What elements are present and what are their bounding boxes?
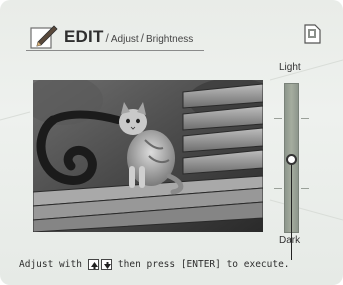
breadcrumb-brightness: Brightness (146, 34, 194, 45)
up-arrow-key-icon (87, 258, 99, 270)
breadcrumb-separator: / (105, 31, 109, 45)
instruction-prefix: Adjust with (19, 258, 82, 270)
title-edit: EDIT (64, 27, 104, 46)
slider-tick (301, 118, 309, 119)
breadcrumb-separator-2: / (140, 31, 145, 45)
pencil-edit-icon (30, 25, 58, 49)
screen-title: EDIT / Adjust / Brightness (64, 27, 193, 49)
slider-light-label: Light (279, 62, 301, 73)
photo-preview (33, 80, 263, 232)
brightness-slider-knob[interactable] (286, 154, 297, 165)
edit-screen: EDIT / Adjust / Brightness Light Dark Ad… (0, 0, 343, 285)
instruction-text: Adjust with then press [ENTER] to execut… (19, 257, 290, 271)
slider-tick (301, 188, 309, 189)
down-arrow-key-icon (100, 258, 112, 270)
slider-tick (274, 188, 282, 189)
instruction-suffix: then press [ENTER] to execute. (117, 258, 290, 270)
breadcrumb-adjust: Adjust (110, 34, 139, 45)
slider-dark-label: Dark (279, 235, 301, 246)
cat-on-bench-photo (33, 80, 263, 232)
title-underline (26, 50, 204, 51)
memory-card-icon (304, 24, 321, 44)
slider-tick (274, 118, 282, 119)
